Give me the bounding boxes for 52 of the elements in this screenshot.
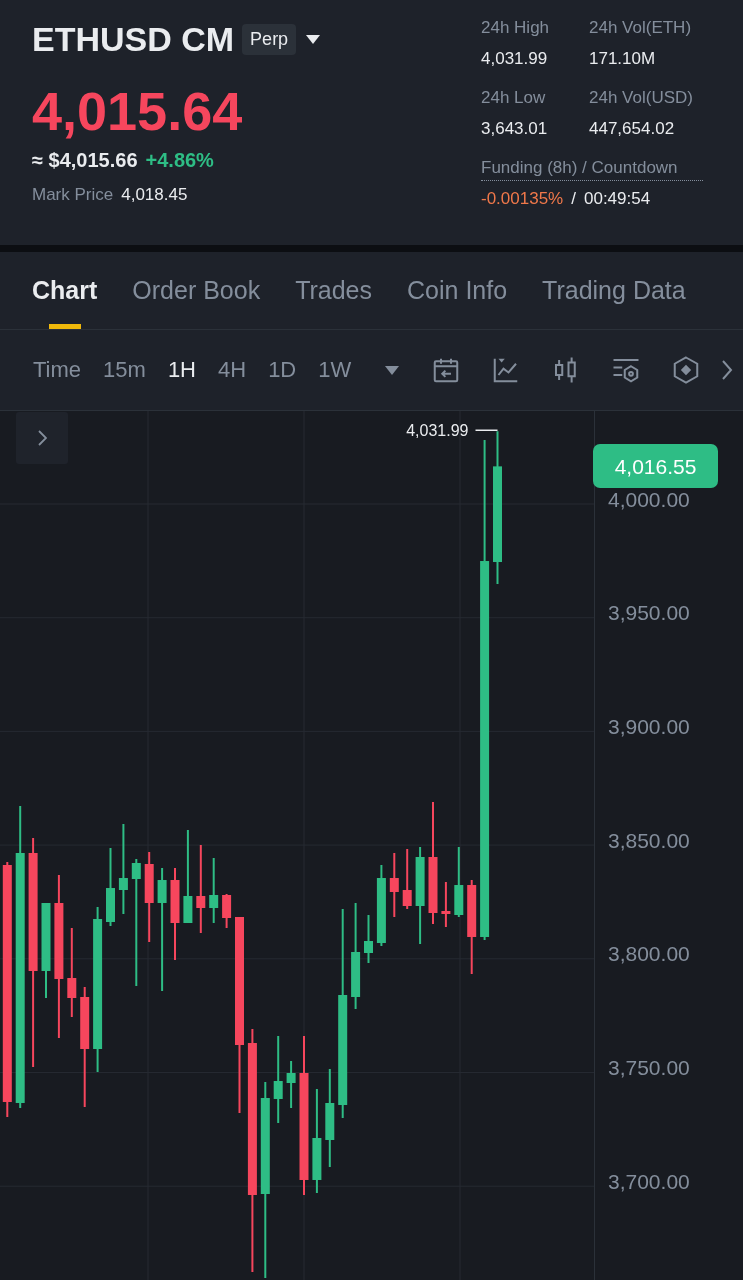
- stat-label: 24h Vol(USD): [589, 87, 693, 109]
- chevron-right-icon: [37, 430, 47, 446]
- interval-option[interactable]: 1D: [268, 356, 297, 384]
- interval-option[interactable]: 4H: [218, 356, 247, 384]
- price-axis-label: 3,950.00: [608, 601, 690, 625]
- price-change: +4.86%: [145, 148, 214, 173]
- tab[interactable]: Trading Data: [542, 252, 686, 329]
- tab[interactable]: Coin Info: [407, 252, 508, 329]
- approx-usd-price: ≈ $4,015.66: [32, 148, 138, 173]
- chevron-right-icon[interactable]: [721, 359, 733, 381]
- tab[interactable]: Chart: [32, 252, 98, 329]
- stat-label: 24h High: [481, 17, 550, 39]
- price-axis-label: 3,750.00: [608, 1056, 690, 1080]
- separator-text: /: [571, 188, 576, 210]
- candle: [389, 852, 399, 918]
- candle: [209, 857, 219, 924]
- stat-value: 3,643.01: [481, 118, 548, 140]
- contract-type-tag: Perp: [242, 23, 297, 55]
- funding-countdown: 00:49:54: [583, 188, 651, 210]
- candle: [402, 848, 412, 910]
- candle: [441, 881, 451, 928]
- tab[interactable]: Order Book: [132, 252, 261, 329]
- current-price-badge: 4,016.55: [593, 444, 718, 489]
- interval-option[interactable]: 1W: [318, 356, 352, 384]
- price-axis-label: 3,850.00: [608, 828, 690, 852]
- hexagon-icon[interactable]: [671, 355, 701, 385]
- tab[interactable]: Trades: [295, 252, 373, 329]
- price-axis-label: 3,700.00: [608, 1169, 690, 1193]
- mark-price-label: Mark Price: [32, 184, 114, 206]
- interval-option[interactable]: 1H: [167, 356, 196, 384]
- high-price-line: [474, 429, 499, 431]
- candle: [286, 1060, 296, 1109]
- candle: [364, 914, 373, 964]
- price-axis-label: 3,900.00: [608, 714, 690, 738]
- stat-value: 171.10M: [589, 48, 656, 70]
- interval-option[interactable]: Time: [33, 356, 82, 384]
- mark-price-value: 4,018.45: [121, 184, 188, 206]
- price-axis-label: 3,800.00: [608, 942, 690, 966]
- interval-option[interactable]: 15m: [103, 356, 146, 384]
- stat-label: 24h Low: [481, 87, 546, 109]
- candle: [222, 893, 232, 929]
- stat-value: 447,654.02: [589, 118, 675, 140]
- stat-value: 4,031.99: [481, 48, 548, 70]
- funding-label[interactable]: Funding (8h) / Countdown: [481, 156, 703, 181]
- caret-down-icon[interactable]: [306, 34, 321, 44]
- candle: [454, 846, 464, 918]
- funding-rate: -0.00135%: [481, 188, 564, 210]
- high-price-label: 4,031.99: [406, 422, 469, 440]
- price-axis-label: 4,000.00: [608, 487, 690, 511]
- symbol-title: ETHUSD CM: [32, 19, 235, 60]
- last-price: 4,015.64: [32, 81, 243, 141]
- stat-label: 24h Vol(ETH): [589, 17, 692, 39]
